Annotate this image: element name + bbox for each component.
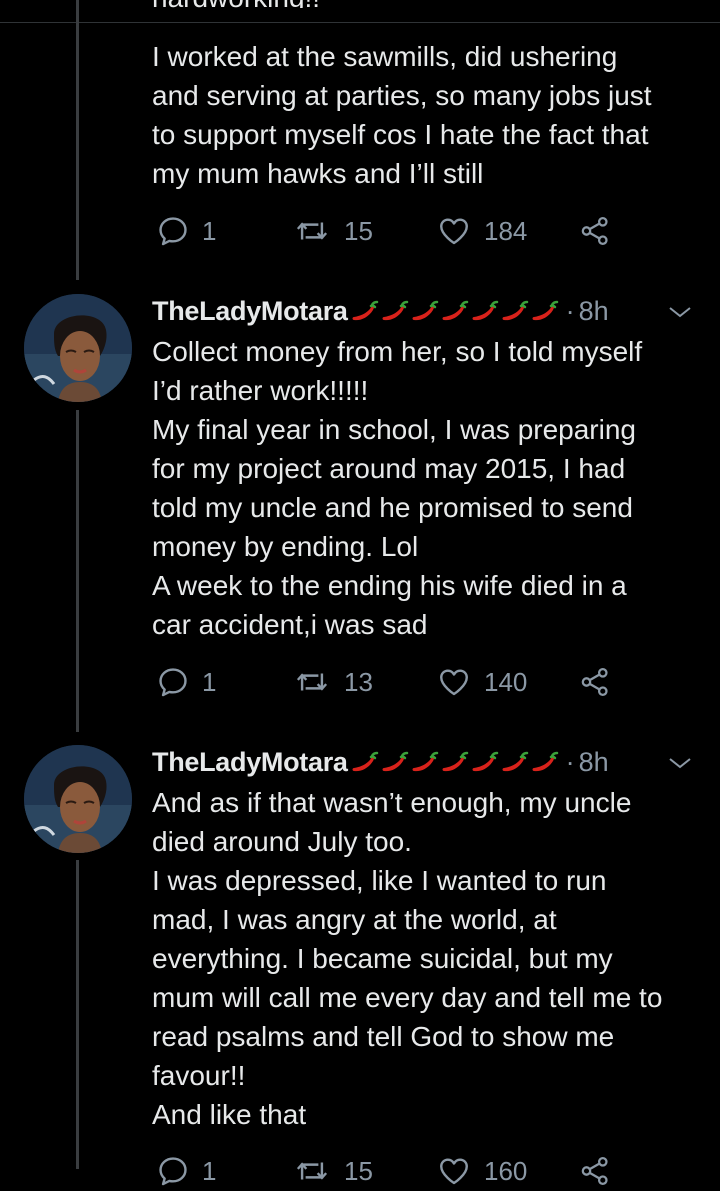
retweet-icon xyxy=(292,665,332,699)
profile-photo xyxy=(24,294,132,402)
like-count: 140 xyxy=(484,666,528,697)
reply-button[interactable]: 1 xyxy=(156,211,216,251)
chili-icon xyxy=(530,749,560,775)
retweet-count: 15 xyxy=(344,1155,373,1186)
chili-icon xyxy=(470,749,500,775)
retweet-button[interactable]: 15 xyxy=(292,1151,373,1191)
retweet-button[interactable]: 13 xyxy=(292,662,373,702)
retweet-count: 13 xyxy=(344,666,373,697)
chili-icon xyxy=(470,298,500,324)
reply-button[interactable]: 1 xyxy=(156,662,216,702)
tweet-text: I worked at the sawmills, did ushering a… xyxy=(152,41,652,189)
reply-icon xyxy=(156,214,190,248)
like-count: 160 xyxy=(484,1155,528,1186)
chili-icon xyxy=(350,298,380,324)
reply-icon xyxy=(156,665,190,699)
tweet-header: TheLadyMotara · 8h xyxy=(152,744,609,780)
timestamp[interactable]: 8h xyxy=(579,296,609,327)
retweet-icon xyxy=(292,1154,332,1188)
retweet-icon xyxy=(292,214,332,248)
heart-icon xyxy=(436,665,472,699)
reply-icon xyxy=(156,1154,190,1188)
author-name[interactable]: TheLadyMotara xyxy=(152,747,348,778)
chili-icon xyxy=(380,749,410,775)
share-icon xyxy=(578,665,612,699)
share-button[interactable] xyxy=(578,1151,612,1191)
tweet-actions: 1 13 140 xyxy=(0,662,720,702)
avatar[interactable] xyxy=(24,745,132,853)
reply-count: 1 xyxy=(202,1155,217,1186)
share-icon xyxy=(578,214,612,248)
reply-count: 1 xyxy=(202,666,217,697)
chili-icon xyxy=(440,749,470,775)
chili-icon xyxy=(500,298,530,324)
chili-icon xyxy=(410,298,440,324)
heart-icon xyxy=(436,1154,472,1188)
retweet-count: 15 xyxy=(344,215,373,246)
chili-icon xyxy=(380,298,410,324)
meta-separator: · xyxy=(565,746,575,777)
meta-separator: · xyxy=(565,295,575,326)
author-name[interactable]: TheLadyMotara xyxy=(152,296,348,327)
profile-photo xyxy=(24,745,132,853)
like-button[interactable]: 160 xyxy=(436,1151,527,1191)
tweet[interactable]: TheLadyMotara · 8h And as if that wasn’t… xyxy=(0,731,720,1186)
share-button[interactable] xyxy=(578,662,612,702)
like-button[interactable]: 140 xyxy=(436,662,527,702)
chili-icon xyxy=(530,298,560,324)
chili-icon xyxy=(410,749,440,775)
chili-icon xyxy=(440,298,470,324)
tweet-text: And as if that wasn’t enough, my uncle d… xyxy=(152,787,663,1130)
chili-icon xyxy=(350,749,380,775)
tweet[interactable]: TheLadyMotara · 8h Collect money from he… xyxy=(0,280,720,730)
chili-icon xyxy=(500,749,530,775)
name-emoji xyxy=(350,749,560,775)
reply-count: 1 xyxy=(202,215,217,246)
tweet-menu-button[interactable] xyxy=(666,753,694,773)
share-button[interactable] xyxy=(578,211,612,251)
like-count: 184 xyxy=(484,215,528,246)
tweet-menu-button[interactable] xyxy=(666,302,694,322)
tweet-header: TheLadyMotara · 8h xyxy=(152,293,609,329)
chevron-down-icon xyxy=(666,302,694,322)
name-emoji xyxy=(350,298,560,324)
tweet[interactable]: hardworking!! I worked at the sawmills, … xyxy=(0,0,720,270)
tweet-text: Collect money from her, so I told myself… xyxy=(152,336,643,640)
avatar[interactable] xyxy=(24,294,132,402)
retweet-button[interactable]: 15 xyxy=(292,211,373,251)
share-icon xyxy=(578,1154,612,1188)
heart-icon xyxy=(436,214,472,248)
chevron-down-icon xyxy=(666,753,694,773)
tweet-actions: 1 15 184 xyxy=(0,211,720,251)
like-button[interactable]: 184 xyxy=(436,211,527,251)
reply-button[interactable]: 1 xyxy=(156,1151,216,1191)
tweet-text-partial: hardworking!! xyxy=(152,0,702,8)
tweet-actions: 1 15 160 xyxy=(0,1151,720,1191)
timestamp[interactable]: 8h xyxy=(579,747,609,778)
